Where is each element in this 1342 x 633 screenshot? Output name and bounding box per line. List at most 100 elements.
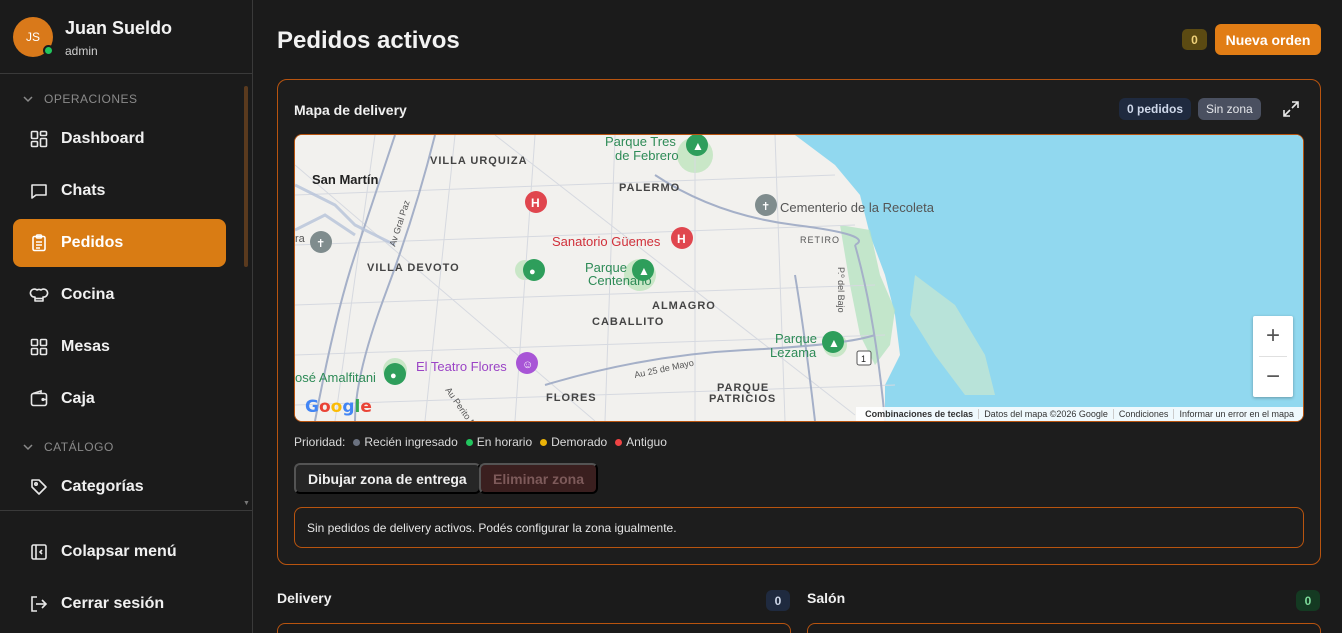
map-label-almagro: ALMAGRO [652, 300, 716, 312]
sidebar-scrollbar[interactable] [244, 86, 248, 267]
theater-marker-icon[interactable]: ☺ [516, 352, 538, 374]
legend-text: En horario [476, 435, 533, 449]
sidebar-item-chats[interactable]: Chats [13, 167, 226, 215]
map-label-flores: FLORES [546, 392, 597, 404]
sidebar-item-label: Caja [61, 390, 95, 407]
map-label-amalfitani: osé Amalfitani [295, 370, 376, 385]
sidebar-item-label: Pedidos [61, 234, 124, 251]
keyboard-shortcuts-link[interactable]: Combinaciones de teclas [860, 409, 978, 419]
map-label-villa-devoto: VILLA DEVOTO [367, 262, 460, 274]
page-title: Pedidos activos [277, 27, 460, 54]
legend-item-new: Recién ingresado [353, 435, 458, 449]
collapse-menu-button[interactable]: Colapsar menú [13, 528, 226, 576]
active-orders-count-badge: 0 [1182, 29, 1207, 50]
svg-text:✝: ✝ [761, 201, 770, 213]
svg-text:H: H [531, 196, 540, 210]
dashboard-icon [30, 130, 48, 148]
park-marker-icon[interactable]: ▲ [686, 135, 708, 156]
cemetery-marker-icon[interactable]: ✝ [310, 231, 332, 253]
sidebar-item-cocina[interactable]: Cocina [13, 271, 226, 319]
map-label-palermo: PALERMO [619, 182, 680, 194]
legend-text: Demorado [551, 435, 608, 449]
logout-icon [31, 596, 48, 612]
sidebar-item-label: Mesas [61, 338, 110, 355]
sidebar-item-label: Chats [61, 182, 106, 199]
report-error-link[interactable]: Informar un error en el mapa [1173, 409, 1299, 419]
terms-link[interactable]: Condiciones [1112, 409, 1174, 419]
hospital-marker-icon[interactable]: H [671, 227, 693, 249]
map-label-cementerio: Cementerio de la Recoleta [780, 200, 935, 215]
avatar-initials: JS [25, 30, 40, 44]
legend-dot [353, 438, 361, 446]
section-operaciones[interactable]: OPERACIONES [22, 89, 138, 109]
expand-icon[interactable] [1281, 99, 1301, 119]
sidebar-item-caja[interactable]: Caja [13, 375, 226, 423]
delete-zone-button[interactable]: Eliminar zona [479, 463, 599, 494]
google-logo[interactable]: Google [305, 397, 372, 417]
delivery-map-card: Mapa de delivery 0 pedidos Sin zona VILL… [277, 79, 1321, 565]
sidebar-item-categorias[interactable]: Categorías [13, 463, 226, 510]
stadium-marker-icon[interactable]: ● [523, 259, 545, 281]
map-label-parque-lezama: Parque [775, 331, 817, 346]
section-label: OPERACIONES [44, 92, 138, 106]
zoom-controls: + − [1253, 316, 1293, 397]
sidebar-footer: Colapsar menú Cerrar sesión [0, 510, 252, 633]
map-label-pso-del-bajo: P.º del Bajo [836, 267, 846, 313]
legend-item-on-time: En horario [465, 435, 533, 449]
svg-text:▲: ▲ [828, 336, 840, 350]
user-role: admin [65, 44, 98, 58]
zoom-in-button[interactable]: + [1253, 316, 1293, 356]
svg-text:●: ● [529, 266, 536, 278]
orders-count-pill: 0 pedidos [1119, 98, 1192, 120]
sidebar-item-label: Dashboard [61, 130, 145, 147]
chat-icon [31, 184, 47, 199]
chevron-down-icon [23, 96, 33, 103]
logout-label: Cerrar sesión [61, 595, 165, 612]
park-marker-icon[interactable]: ▲ [822, 331, 844, 353]
sidebar: JS Juan Sueldo admin OPERACIONES Dashboa… [0, 0, 253, 633]
chevron-down-icon [23, 444, 33, 451]
legend-text: Recién ingresado [364, 435, 458, 449]
map-label-teatro-flores: El Teatro Flores [416, 359, 507, 374]
sidebar-nav: OPERACIONES Dashboard Chats Pedidos Coci… [0, 75, 252, 510]
map-label-sanatorio: Sanatorio Güemes [552, 234, 661, 249]
zoom-out-button[interactable]: − [1253, 357, 1293, 397]
map-label-san-martin: San Martín [312, 172, 379, 187]
main-content: Pedidos activos 0 Nueva orden Mapa de de… [253, 0, 1342, 633]
legend-dot [540, 438, 548, 446]
sidebar-item-dashboard[interactable]: Dashboard [13, 115, 226, 163]
new-order-button[interactable]: Nueva orden [1215, 24, 1321, 55]
sidebar-item-pedidos[interactable]: Pedidos [13, 219, 226, 267]
legend-label: Prioridad: [294, 435, 346, 449]
section-catalogo[interactable]: CATÁLOGO [22, 437, 114, 457]
zone-status-pill: Sin zona [1198, 98, 1261, 120]
delivery-map[interactable]: VILLA URQUIZA PALERMO VILLA DEVOTO ALMAG… [294, 134, 1304, 422]
salon-section-title: Salón [807, 590, 846, 606]
map-label-de-febrero: de Febrero [615, 148, 679, 163]
route-shield-icon: 1 [856, 350, 872, 366]
hospital-marker-icon[interactable]: H [525, 191, 547, 213]
salon-count-badge: 0 [1296, 590, 1320, 611]
chef-hat-icon [29, 288, 49, 302]
stadium-marker-icon[interactable]: ● [384, 363, 406, 385]
scroll-down-arrow-icon[interactable]: ▼ [243, 500, 250, 507]
clipboard-icon [32, 234, 46, 252]
svg-text:✝: ✝ [316, 238, 325, 250]
legend-text: Antiguo [626, 435, 667, 449]
park-marker-icon[interactable]: ▲ [632, 259, 654, 281]
avatar: JS [13, 17, 54, 57]
cemetery-marker-icon[interactable]: ✝ [755, 194, 777, 216]
draw-delivery-zone-button[interactable]: Dibujar zona de entrega [294, 463, 481, 494]
map-label-ra: ra [295, 233, 306, 245]
logout-button[interactable]: Cerrar sesión [13, 580, 226, 628]
sidebar-item-mesas[interactable]: Mesas [13, 323, 226, 371]
collapse-menu-label: Colapsar menú [61, 543, 177, 560]
priority-legend: Prioridad: Recién ingresado En horario D… [294, 435, 667, 449]
online-status-indicator [43, 45, 54, 56]
empty-delivery-message: Sin pedidos de delivery activos. Podés c… [294, 507, 1304, 548]
collapse-sidebar-icon [31, 544, 47, 560]
user-profile[interactable]: JS Juan Sueldo admin [0, 0, 252, 74]
svg-text:☺: ☺ [522, 359, 533, 371]
delivery-section-title: Delivery [277, 590, 332, 606]
svg-text:▲: ▲ [638, 264, 650, 278]
